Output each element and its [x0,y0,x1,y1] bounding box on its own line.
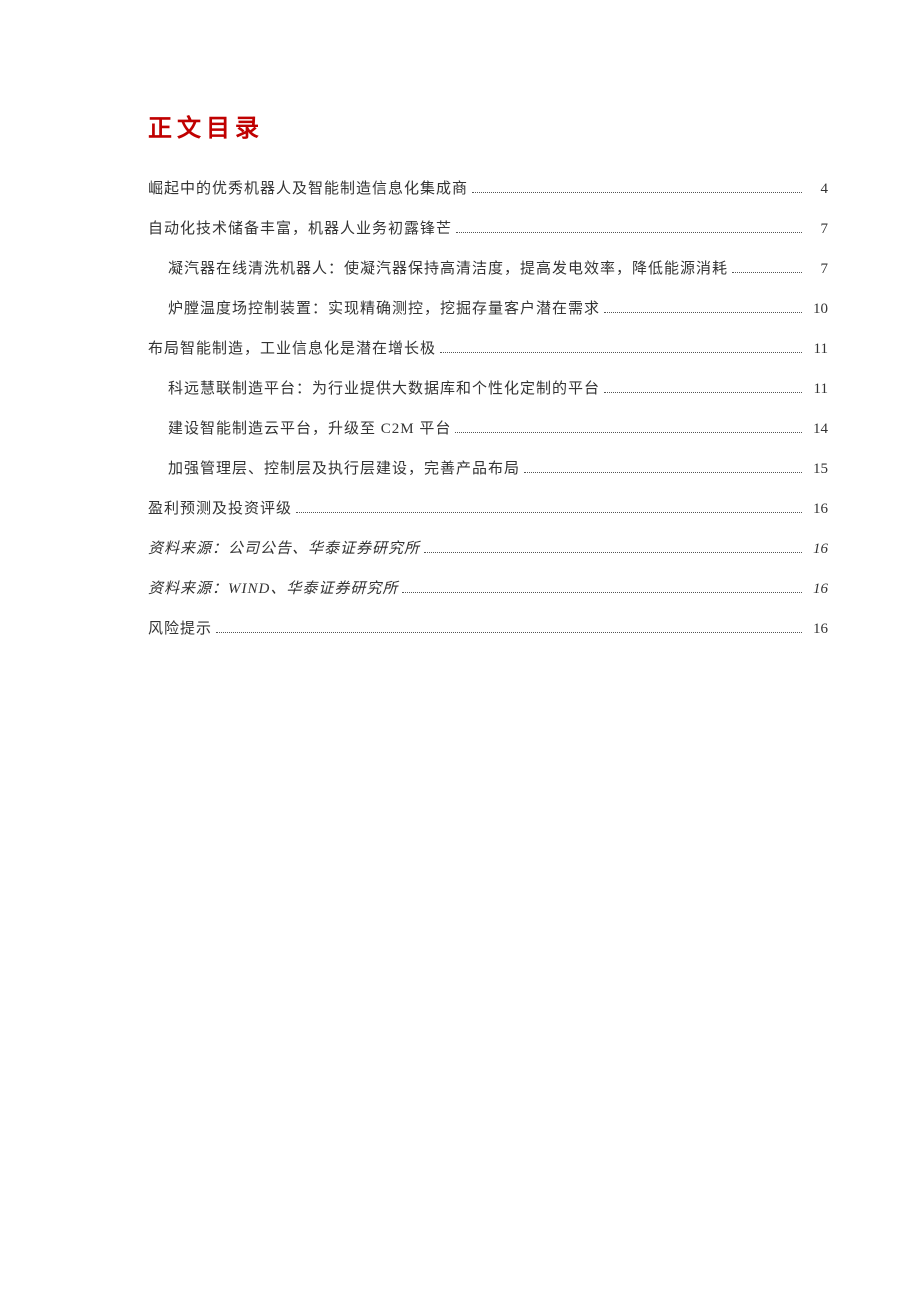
toc-entry-text: 凝汽器在线清洗机器人：使凝汽器保持高清洁度，提高发电效率，降低能源消耗 [168,257,728,281]
toc-list: 崛起中的优秀机器人及智能制造信息化集成商 4 自动化技术储备丰富，机器人业务初露锋芒… [148,177,828,641]
toc-entry-text: 加强管理层、控制层及执行层建设，完善产品布局 [168,457,520,481]
toc-leader-dots [604,380,802,393]
toc-leader-dots [296,500,802,513]
toc-entry-page: 16 [806,537,828,561]
document-page: 正文目录 崛起中的优秀机器人及智能制造信息化集成商 4 自动化技术储备丰富，机器人业… [0,0,920,1302]
toc-entry-text: 布局智能制造，工业信息化是潜在增长极 [148,337,436,361]
toc-entry-page: 16 [806,617,828,641]
toc-entry-text: 科远慧联制造平台：为行业提供大数据库和个性化定制的平台 [168,377,600,401]
toc-entry-page: 4 [806,177,828,201]
toc-entry-page: 10 [806,297,828,321]
toc-entry-text: 建设智能制造云平台，升级至 C2M 平台 [168,417,451,441]
toc-entry[interactable]: 布局智能制造，工业信息化是潜在增长极 11 [148,337,828,361]
toc-entry-page: 16 [806,577,828,601]
toc-entry-page: 7 [806,217,828,241]
toc-entry-text: 自动化技术储备丰富，机器人业务初露锋芒 [148,217,452,241]
toc-entry-page: 11 [806,337,828,361]
toc-leader-dots [455,420,802,433]
toc-entry-text: 盈利预测及投资评级 [148,497,292,521]
toc-entry-text: 资料来源：公司公告、华泰证券研究所 [148,537,420,561]
toc-entry-page: 14 [806,417,828,441]
toc-entry[interactable]: 资料来源：公司公告、华泰证券研究所 16 [148,537,828,561]
toc-leader-dots [524,460,802,473]
toc-entry-text: 崛起中的优秀机器人及智能制造信息化集成商 [148,177,468,201]
toc-entry[interactable]: 盈利预测及投资评级 16 [148,497,828,521]
toc-entry[interactable]: 科远慧联制造平台：为行业提供大数据库和个性化定制的平台 11 [148,377,828,401]
toc-entry-page: 16 [806,497,828,521]
toc-leader-dots [216,620,802,633]
toc-entry[interactable]: 炉膛温度场控制装置：实现精确测控，挖掘存量客户潜在需求 10 [148,297,828,321]
toc-title: 正文目录 [148,108,828,143]
toc-leader-dots [732,260,802,273]
toc-entry-page: 11 [806,377,828,401]
toc-leader-dots [604,300,802,313]
toc-leader-dots [424,540,802,553]
toc-leader-dots [440,340,802,353]
toc-leader-dots [402,580,802,593]
toc-entry[interactable]: 加强管理层、控制层及执行层建设，完善产品布局 15 [148,457,828,481]
toc-entry-text: 风险提示 [148,617,212,641]
toc-leader-dots [472,180,802,193]
toc-entry[interactable]: 建设智能制造云平台，升级至 C2M 平台 14 [148,417,828,441]
toc-entry[interactable]: 崛起中的优秀机器人及智能制造信息化集成商 4 [148,177,828,201]
toc-entry-text: 炉膛温度场控制装置：实现精确测控，挖掘存量客户潜在需求 [168,297,600,321]
toc-entry[interactable]: 资料来源：WIND、华泰证券研究所 16 [148,577,828,601]
toc-entry-page: 7 [806,257,828,281]
toc-entry-page: 15 [806,457,828,481]
toc-entry[interactable]: 自动化技术储备丰富，机器人业务初露锋芒 7 [148,217,828,241]
toc-leader-dots [456,220,802,233]
toc-entry[interactable]: 凝汽器在线清洗机器人：使凝汽器保持高清洁度，提高发电效率，降低能源消耗 7 [148,257,828,281]
toc-entry-text: 资料来源：WIND、华泰证券研究所 [148,577,398,601]
toc-entry[interactable]: 风险提示 16 [148,617,828,641]
